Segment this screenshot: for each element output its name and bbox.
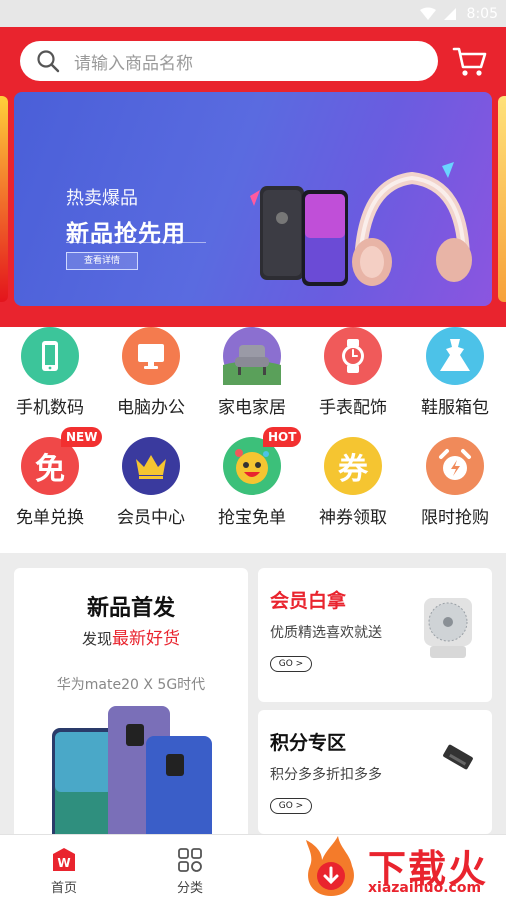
vip-free-card[interactable]: 会员白拿 优质精选喜欢就送 GO > bbox=[258, 568, 492, 702]
cart-icon[interactable] bbox=[452, 45, 488, 79]
menu-item-computers[interactable]: 电脑办公 bbox=[101, 327, 201, 427]
points-zone-subtitle: 积分多多折扣多多 bbox=[270, 767, 382, 783]
new-arrivals-subtitle: 发现最新好货 bbox=[81, 629, 180, 649]
flame-logo-icon bbox=[306, 836, 354, 896]
search-input[interactable]: 请输入商品名称 bbox=[74, 49, 193, 74]
menu-item-member-center[interactable]: 会员中心 bbox=[101, 437, 201, 537]
free-icon: 免 NEW bbox=[21, 427, 103, 495]
clock: 8:05 bbox=[466, 5, 498, 22]
search-bar[interactable]: 请输入商品名称 bbox=[20, 41, 438, 81]
watermark: 下载火 xiazaihuo.com bbox=[296, 834, 502, 900]
watch-icon bbox=[324, 327, 382, 385]
tab-home[interactable]: W 首页 bbox=[19, 847, 109, 896]
menu-item-flash-sale[interactable]: 限时抢购 bbox=[405, 437, 505, 537]
menu-item-clothing[interactable]: 鞋服箱包 bbox=[405, 327, 505, 427]
new-arrivals-card[interactable]: 新品首发 发现最新好货 华为mate20 X 5G时代 bbox=[14, 568, 248, 868]
new-badge: NEW bbox=[61, 427, 103, 447]
menu-item-phones[interactable]: 手机数码 bbox=[0, 327, 100, 427]
banner-product-image bbox=[250, 162, 472, 286]
home-icon: W bbox=[53, 848, 75, 871]
phone-icon bbox=[21, 327, 79, 385]
points-zone-title: 积分专区 bbox=[270, 732, 347, 754]
new-arrivals-title: 新品首发 bbox=[86, 596, 175, 621]
tab-categories[interactable]: 分类 bbox=[145, 847, 235, 896]
category-menu: 手机数码 电脑办公 家电家居 手表配饰 鞋服箱包 免 NEW 免单兑换 会员中心… bbox=[0, 327, 506, 553]
coupon-icon: 券 bbox=[324, 437, 382, 495]
grid-icon bbox=[178, 848, 202, 872]
points-zone-go-button[interactable]: GO > bbox=[270, 798, 312, 814]
vip-free-title: 会员白拿 bbox=[270, 590, 347, 612]
menu-item-watches[interactable]: 手表配饰 bbox=[303, 327, 403, 427]
mate20-phones-image bbox=[52, 706, 212, 844]
alarm-icon bbox=[426, 437, 484, 495]
points-zone-card[interactable]: 积分专区 积分多多折扣多多 GO > bbox=[258, 710, 492, 834]
search-icon bbox=[37, 50, 60, 73]
banner-subtitle: 热卖爆品 bbox=[66, 188, 138, 209]
mascot-icon: HOT bbox=[223, 427, 302, 495]
fan-image bbox=[424, 598, 472, 658]
svg-text:W: W bbox=[57, 856, 70, 870]
signal-icon bbox=[443, 7, 456, 20]
status-bar: 8:05 bbox=[0, 0, 506, 27]
gadget-image bbox=[443, 744, 473, 770]
vip-free-subtitle: 优质精选喜欢就送 bbox=[270, 625, 382, 641]
vip-free-go-button[interactable]: GO > bbox=[270, 656, 312, 672]
menu-item-coupons[interactable]: 券 神券领取 bbox=[303, 437, 403, 537]
dress-icon bbox=[426, 327, 484, 385]
wifi-icon bbox=[419, 7, 436, 20]
menu-item-grab-free[interactable]: HOT 抢宝免单 bbox=[202, 427, 302, 537]
carousel-next-peek bbox=[498, 96, 506, 302]
crown-icon bbox=[122, 437, 180, 495]
menu-item-home[interactable]: 家电家居 bbox=[202, 327, 302, 427]
carousel-prev-peek bbox=[0, 96, 8, 302]
sofa-icon bbox=[223, 327, 281, 385]
banner-carousel[interactable]: 热卖爆品 新品抢先用 查看详情 bbox=[14, 92, 492, 306]
new-arrivals-model: 华为mate20 X 5G时代 bbox=[56, 677, 206, 693]
menu-item-free-exchange[interactable]: 免 NEW 免单兑换 bbox=[0, 427, 103, 537]
monitor-icon bbox=[122, 327, 180, 385]
banner-divider bbox=[66, 242, 206, 243]
hot-badge: HOT bbox=[263, 427, 302, 447]
banner-detail-button[interactable]: 查看详情 bbox=[66, 252, 138, 270]
